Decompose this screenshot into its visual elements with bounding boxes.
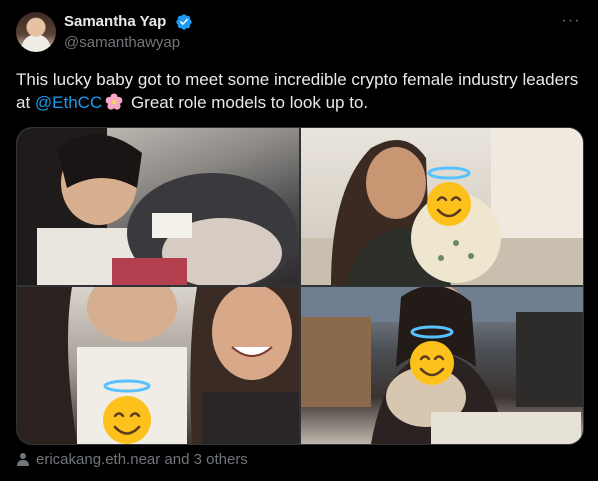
author-handle[interactable]: @samanthawyap xyxy=(64,33,180,53)
tagged-people-link[interactable]: ericakang.eth.near and 3 others xyxy=(16,450,248,470)
cherry-blossom-icon xyxy=(105,93,123,110)
photo-1[interactable] xyxy=(17,128,299,285)
more-horizontal-icon[interactable]: ··· xyxy=(560,13,582,32)
smiling-face-with-halo-icon xyxy=(410,325,454,385)
smiling-face-with-halo-icon xyxy=(103,379,151,444)
photo-3[interactable] xyxy=(17,287,299,444)
post-text: This lucky baby got to meet some incredi… xyxy=(16,68,582,114)
tagged-people-label: ericakang.eth.near and 3 others xyxy=(36,451,248,468)
person-icon xyxy=(17,453,29,466)
verified-badge-icon xyxy=(176,14,192,30)
photo-2[interactable] xyxy=(301,128,583,285)
author-name[interactable]: Samantha Yap xyxy=(64,12,166,32)
smiling-face-with-halo-icon xyxy=(427,166,471,226)
media-grid xyxy=(16,127,584,445)
avatar[interactable] xyxy=(16,12,56,52)
smiling-face-with-halo-icon xyxy=(17,128,299,285)
photo-4[interactable] xyxy=(301,287,583,444)
tweet: Samantha Yap @samanthawyap ··· This luck… xyxy=(0,0,598,481)
post-text-part: Great role models to look up to. xyxy=(126,93,369,112)
mention-link[interactable]: @EthCC xyxy=(35,93,102,112)
